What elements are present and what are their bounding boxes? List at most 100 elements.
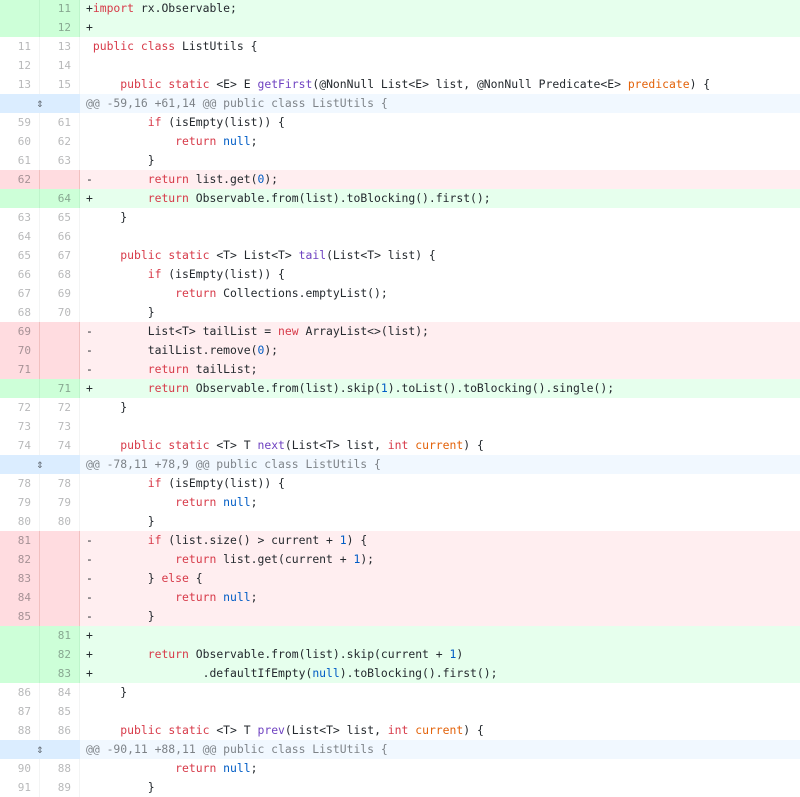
old-line-number[interactable]: [0, 18, 40, 37]
new-line-number[interactable]: 66: [40, 227, 80, 246]
old-line-number[interactable]: 59: [0, 113, 40, 132]
new-line-number[interactable]: 80: [40, 512, 80, 531]
new-line-number[interactable]: 73: [40, 417, 80, 436]
old-line-number[interactable]: 67: [0, 284, 40, 303]
new-line-number[interactable]: 15: [40, 75, 80, 94]
new-line-number[interactable]: 62: [40, 132, 80, 151]
new-line-number[interactable]: 70: [40, 303, 80, 322]
new-line-number[interactable]: 84: [40, 683, 80, 702]
old-line-number[interactable]: 61: [0, 151, 40, 170]
old-line-number[interactable]: 72: [0, 398, 40, 417]
new-line-number[interactable]: 89: [40, 778, 80, 797]
unfold-icon[interactable]: ⇕: [0, 455, 80, 474]
old-line-number[interactable]: [0, 0, 40, 18]
new-line-number[interactable]: 67: [40, 246, 80, 265]
context-line: 63 65 }: [0, 208, 800, 227]
new-line-number[interactable]: [40, 322, 80, 341]
old-line-number[interactable]: 66: [0, 265, 40, 284]
new-line-number[interactable]: 72: [40, 398, 80, 417]
old-line-number[interactable]: 71: [0, 360, 40, 379]
old-line-number[interactable]: 64: [0, 227, 40, 246]
new-line-number[interactable]: [40, 588, 80, 607]
new-line-number[interactable]: 14: [40, 56, 80, 75]
code-text: + return Observable.from(list).skip(1).t…: [86, 381, 615, 395]
new-line-number[interactable]: 68: [40, 265, 80, 284]
code-text: - return null;: [86, 590, 258, 604]
new-line-number[interactable]: 79: [40, 493, 80, 512]
old-line-number[interactable]: 60: [0, 132, 40, 151]
old-line-number[interactable]: 90: [0, 759, 40, 778]
new-line-number[interactable]: 69: [40, 284, 80, 303]
new-line-number[interactable]: 85: [40, 702, 80, 721]
code-text: }: [86, 780, 155, 794]
old-line-number[interactable]: [0, 626, 40, 645]
context-line: 74 74 public static <T> T next(List<T> li…: [0, 436, 800, 455]
old-line-number[interactable]: 11: [0, 37, 40, 56]
old-line-number[interactable]: 81: [0, 531, 40, 550]
old-line-number[interactable]: [0, 379, 40, 398]
deleted-line: 70 - tailList.remove(0);: [0, 341, 800, 360]
old-line-number[interactable]: 65: [0, 246, 40, 265]
code-text: public static <E> E getFirst(@NonNull Li…: [120, 77, 711, 91]
new-line-number[interactable]: 11: [40, 0, 80, 18]
context-line: 67 69 return Collections.emptyList();: [0, 284, 800, 303]
old-line-number[interactable]: 78: [0, 474, 40, 493]
new-line-number[interactable]: 78: [40, 474, 80, 493]
new-line-number[interactable]: 61: [40, 113, 80, 132]
new-line-number[interactable]: 13: [40, 37, 80, 56]
new-line-number[interactable]: [40, 607, 80, 626]
new-line-number[interactable]: 86: [40, 721, 80, 740]
old-line-number[interactable]: 68: [0, 303, 40, 322]
unfold-icon[interactable]: ⇕: [0, 740, 80, 759]
code-text: - tailList.remove(0);: [86, 343, 279, 357]
old-line-number[interactable]: 91: [0, 778, 40, 797]
context-line: 11 13 public class ListUtils {: [0, 37, 800, 56]
diff-view: 11 +import rx.Observable; 12 +11 13 public c…: [0, 0, 800, 797]
deleted-line: 81 - if (list.size() > current + 1) {: [0, 531, 800, 550]
old-line-number[interactable]: 70: [0, 341, 40, 360]
old-line-number[interactable]: 86: [0, 683, 40, 702]
old-line-number[interactable]: 69: [0, 322, 40, 341]
old-line-number[interactable]: 83: [0, 569, 40, 588]
old-line-number[interactable]: 12: [0, 56, 40, 75]
old-line-number[interactable]: 63: [0, 208, 40, 227]
new-line-number[interactable]: [40, 170, 80, 189]
new-line-number[interactable]: 81: [40, 626, 80, 645]
hunk-header: ⇕ @@ -90,11 +88,11 @@ public class ListUt…: [0, 740, 800, 759]
old-line-number[interactable]: 73: [0, 417, 40, 436]
new-line-number[interactable]: 74: [40, 436, 80, 455]
new-line-number[interactable]: 64: [40, 189, 80, 208]
old-line-number[interactable]: 85: [0, 607, 40, 626]
old-line-number[interactable]: 13: [0, 75, 40, 94]
old-line-number[interactable]: 84: [0, 588, 40, 607]
new-line-number[interactable]: [40, 531, 80, 550]
old-line-number[interactable]: 80: [0, 512, 40, 531]
new-line-number[interactable]: 83: [40, 664, 80, 683]
new-line-number[interactable]: [40, 360, 80, 379]
context-line: 61 63 }: [0, 151, 800, 170]
new-line-number[interactable]: 63: [40, 151, 80, 170]
new-line-number[interactable]: 82: [40, 645, 80, 664]
code-text: if (isEmpty(list)) {: [147, 267, 285, 281]
new-line-number[interactable]: 71: [40, 379, 80, 398]
code-text: }: [86, 153, 155, 167]
new-line-number[interactable]: 88: [40, 759, 80, 778]
old-line-number[interactable]: 74: [0, 436, 40, 455]
old-line-number[interactable]: 62: [0, 170, 40, 189]
old-line-number[interactable]: 82: [0, 550, 40, 569]
unfold-icon[interactable]: ⇕: [0, 94, 80, 113]
old-line-number[interactable]: [0, 664, 40, 683]
new-line-number[interactable]: [40, 569, 80, 588]
new-line-number[interactable]: 65: [40, 208, 80, 227]
code-text: - return list.get(current + 1);: [86, 552, 375, 566]
new-line-number[interactable]: [40, 550, 80, 569]
old-line-number[interactable]: [0, 189, 40, 208]
new-line-number[interactable]: [40, 341, 80, 360]
old-line-number[interactable]: 87: [0, 702, 40, 721]
old-line-number[interactable]: 88: [0, 721, 40, 740]
new-line-number[interactable]: 12: [40, 18, 80, 37]
old-line-number[interactable]: 79: [0, 493, 40, 512]
old-line-number[interactable]: [0, 645, 40, 664]
